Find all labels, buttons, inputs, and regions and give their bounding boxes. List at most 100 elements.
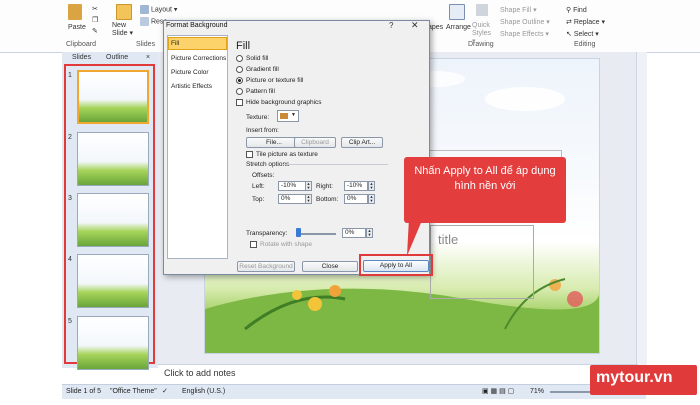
- spinner-arrows-icon[interactable]: ▲ ▼: [368, 194, 375, 204]
- pane-tabs: Slides Outline ×: [66, 54, 156, 64]
- clipboard-button[interactable]: Clipboard: [294, 137, 336, 148]
- thumb-number: 4: [68, 256, 72, 263]
- nav-item-artistic-effects[interactable]: Artistic Effects: [171, 83, 212, 90]
- spinner-arrows-icon[interactable]: ▲ ▼: [368, 181, 375, 191]
- thumb-number: 2: [68, 134, 72, 141]
- transparency-slider[interactable]: [296, 233, 336, 235]
- thumb-number: 5: [68, 318, 72, 325]
- transparency-label: Transparency:: [246, 230, 288, 237]
- chevron-down-icon: ▼: [291, 112, 296, 118]
- radio-icon: [236, 55, 243, 62]
- nav-item-fill[interactable]: Fill: [171, 40, 179, 47]
- shape-effects-button[interactable]: Shape Effects ▾: [500, 30, 549, 38]
- slider-thumb-icon[interactable]: [296, 228, 301, 237]
- solid-fill-option[interactable]: Solid fill: [236, 55, 268, 62]
- radio-icon: [236, 66, 243, 73]
- checkbox-icon: [246, 151, 253, 158]
- arrange-icon[interactable]: [449, 4, 465, 20]
- cursor-icon: ↖: [566, 31, 572, 38]
- new-slide-icon[interactable]: [116, 4, 132, 20]
- tab-slides[interactable]: Slides: [72, 54, 91, 61]
- vertical-scrollbar[interactable]: [636, 52, 647, 382]
- pattern-fill-option[interactable]: Pattern fill: [236, 88, 275, 95]
- slide-thumbnail-4[interactable]: [77, 254, 149, 308]
- top-offset-label: Top:: [252, 196, 265, 203]
- offsets-label: Offsets:: [252, 172, 275, 179]
- notes-placeholder: Click to add notes: [164, 368, 236, 378]
- hide-graphics-checkbox[interactable]: Hide background graphics: [236, 99, 322, 106]
- view-buttons[interactable]: ▣ ▦ ▤ ▢: [482, 387, 514, 395]
- cut-icon[interactable]: ✂: [92, 5, 98, 13]
- separator: [282, 164, 388, 165]
- close-button[interactable]: Close: [302, 261, 358, 272]
- checkbox-icon: [250, 241, 257, 248]
- nav-item-picture-color[interactable]: Picture Color: [171, 69, 209, 76]
- close-icon[interactable]: ✕: [411, 20, 419, 31]
- language-indicator[interactable]: English (U.S.): [182, 388, 225, 395]
- replace-button[interactable]: ⇄ Replace ▾: [566, 18, 605, 26]
- notes-pane[interactable]: Click to add notes: [158, 364, 638, 383]
- replace-icon: ⇄: [566, 19, 572, 26]
- dialog-title: Format Background: [166, 22, 228, 29]
- left-offset-label: Left:: [252, 183, 265, 190]
- pane-close-icon[interactable]: ×: [146, 54, 150, 61]
- clip-art-button[interactable]: Clip Art...: [341, 137, 383, 148]
- callout-text: Nhấn Apply to All để áp dụng hình nền vớ…: [414, 165, 556, 192]
- editing-group-label: Editing: [574, 41, 596, 48]
- bottom-offset-label: Bottom:: [316, 196, 339, 203]
- find-button[interactable]: ⚲ Find: [566, 6, 587, 14]
- quick-styles-icon[interactable]: [476, 4, 488, 16]
- spinner-arrows-icon[interactable]: ▲ ▼: [366, 228, 373, 238]
- select-button[interactable]: ↖ Select ▾: [566, 30, 599, 38]
- gradient-fill-option[interactable]: Gradient fill: [236, 66, 279, 73]
- texture-label: Texture:: [246, 114, 270, 121]
- picture-fill-option[interactable]: Picture or texture fill: [236, 77, 303, 84]
- nav-item-picture-corrections[interactable]: Picture Corrections: [171, 55, 226, 62]
- status-bar: Slide 1 of 5 "Office Theme" ✓ English (U…: [62, 384, 646, 399]
- shape-outline-button[interactable]: Shape Outline ▾: [500, 18, 550, 26]
- spinner-arrows-icon[interactable]: ▲ ▼: [305, 181, 312, 191]
- shape-fill-button[interactable]: Shape Fill ▾: [500, 6, 537, 14]
- copy-icon[interactable]: ❐: [92, 16, 98, 24]
- clipboard-group-label: Clipboard: [66, 41, 96, 48]
- format-painter-icon[interactable]: ✎: [92, 27, 98, 35]
- arrange-button[interactable]: Arrange: [446, 24, 471, 31]
- right-offset-input[interactable]: -10%: [344, 181, 368, 191]
- spinner-arrows-icon[interactable]: ▲ ▼: [305, 194, 312, 204]
- new-slide-button[interactable]: New Slide ▾: [112, 22, 136, 38]
- drawing-group-label: Drawing: [468, 41, 494, 48]
- texture-swatch-icon: [280, 113, 288, 119]
- slide-thumbnail-3[interactable]: [77, 193, 149, 247]
- transparency-input[interactable]: 0%: [342, 228, 366, 238]
- zoom-slider[interactable]: [550, 391, 590, 393]
- zoom-level[interactable]: 71%: [530, 388, 544, 395]
- radio-icon: [236, 88, 243, 95]
- spellcheck-icon[interactable]: ✓: [162, 387, 168, 395]
- mytour-logo: mytour.vn: [590, 365, 697, 395]
- theme-name: "Office Theme": [110, 388, 157, 395]
- shapes-button[interactable]: apes: [428, 24, 443, 31]
- paste-button[interactable]: Paste: [68, 24, 86, 31]
- right-offset-label: Right:: [316, 183, 333, 190]
- paste-icon[interactable]: [68, 4, 82, 20]
- bottom-offset-input[interactable]: 0%: [344, 194, 368, 204]
- left-offset-input[interactable]: -10%: [278, 181, 306, 191]
- fill-heading: Fill: [236, 40, 251, 52]
- slide-counter: Slide 1 of 5: [66, 388, 102, 395]
- slide-thumbnail-5[interactable]: [77, 316, 149, 370]
- slide-thumbnail-1[interactable]: [77, 70, 149, 124]
- checkbox-icon: [236, 99, 243, 106]
- top-offset-input[interactable]: 0%: [278, 194, 306, 204]
- texture-dropdown[interactable]: ▼: [277, 110, 299, 122]
- slide-thumbnail-2[interactable]: [77, 132, 149, 186]
- layout-button[interactable]: Layout ▾: [140, 5, 177, 14]
- tile-checkbox[interactable]: Tile picture as texture: [246, 151, 318, 158]
- reset-background-button[interactable]: Reset Background: [237, 261, 295, 272]
- insert-from-label: Insert from:: [246, 127, 279, 134]
- help-icon[interactable]: ?: [389, 21, 393, 30]
- title-placeholder-text: title: [438, 232, 459, 247]
- rotate-with-shape-checkbox[interactable]: Rotate with shape: [250, 241, 312, 248]
- thumb-number: 3: [68, 195, 72, 202]
- slides-group-label: Slides: [136, 41, 156, 48]
- tab-outline[interactable]: Outline: [106, 54, 128, 61]
